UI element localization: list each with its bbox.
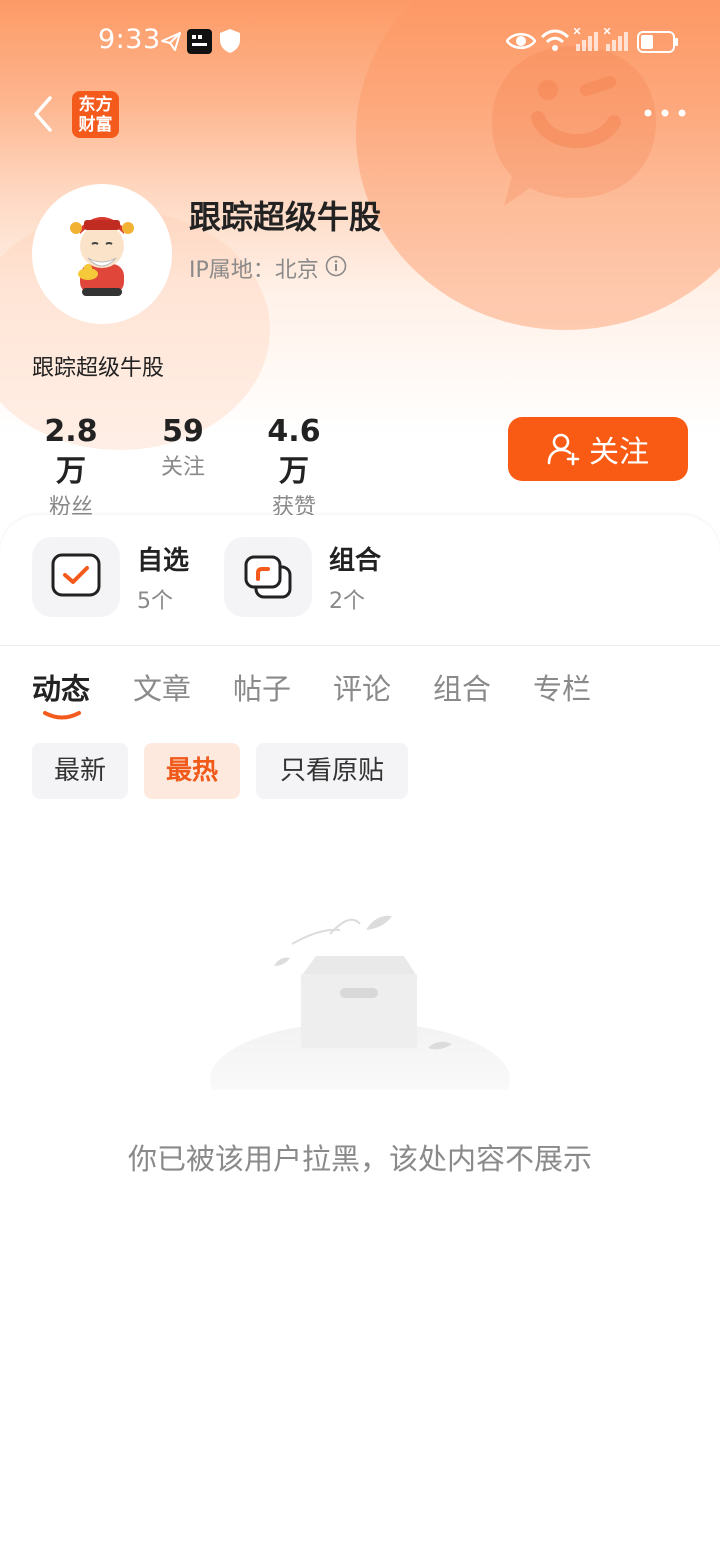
active-tab-indicator [43,711,81,720]
fortune-god-avatar-icon [32,184,172,324]
empty-state-message: 你已被该用户拉黑，该处内容不展示 [127,1142,592,1176]
overlap-squares-icon [244,555,292,599]
moji-weather-icon [187,29,212,54]
chevron-left-icon[interactable] [26,92,66,136]
filter-original-only[interactable]: 只看原贴 [256,743,408,799]
watchlist-title: 自选 [137,546,190,576]
telegram-icon [161,32,181,51]
tab-columns[interactable]: 专栏 [533,666,591,708]
wifi-icon [540,29,570,51]
top-navigation: 东方 财富 [0,82,720,146]
follow-button-label: 关注 [589,435,649,470]
filter-hottest[interactable]: 最热 [144,743,240,799]
status-bar: 9:33 [0,0,720,82]
more-dots-icon[interactable] [640,100,690,126]
ip-location: IP属地：北京 [189,258,319,283]
eye-icon [506,33,536,49]
profile-name: 跟踪超级牛股 [189,198,382,236]
filter-latest[interactable]: 最新 [32,743,128,799]
info-icon[interactable] [325,255,347,277]
tab-comments[interactable]: 评论 [333,666,391,708]
tab-dynamics[interactable]: 动态 [32,666,90,708]
stat-fans[interactable]: 2.8万 粉丝 [32,412,110,524]
stat-value: 2.8万 [44,414,98,489]
tab-posts[interactable]: 帖子 [233,666,291,708]
stat-label: 关注 [160,455,205,480]
logo-text-line2: 财富 [78,115,113,135]
portfolio-count: 2个 [329,589,365,614]
checkbox-icon [51,553,101,597]
follow-button[interactable]: 关注 [508,417,688,481]
watchlist-tile[interactable] [32,537,120,617]
tab-portfolios[interactable]: 组合 [433,666,491,708]
tab-articles[interactable]: 文章 [133,666,191,708]
signal-icon [574,28,598,51]
stat-following[interactable]: 59 关注 [152,412,214,484]
avatar[interactable] [32,184,172,324]
portfolio-title: 组合 [329,546,382,576]
divider [0,645,720,646]
battery-icon [637,31,678,53]
status-time: 9:33 [98,24,161,55]
stat-value: 59 [162,414,204,449]
logo-text-line1: 东方 [78,95,113,115]
stat-value: 4.6万 [267,414,321,489]
app-logo: 东方 财富 [72,91,119,138]
stat-likes[interactable]: 4.6万 获赞 [254,412,334,524]
empty-box-illustration [210,915,510,1090]
profile-bio: 跟踪超级牛股 [32,356,165,381]
shield-icon [220,29,240,53]
add-user-icon [547,433,580,466]
watchlist-count: 5个 [137,589,173,614]
signal-icon [604,28,628,51]
portfolio-tile[interactable] [224,537,312,617]
